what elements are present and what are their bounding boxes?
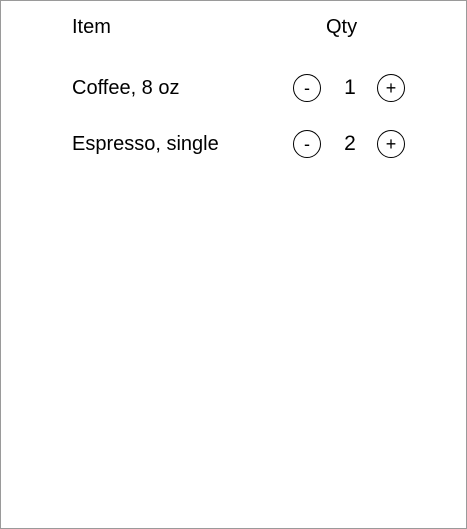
item-name: Coffee, 8 oz — [72, 77, 180, 99]
increment-button[interactable]: + — [377, 130, 405, 158]
order-panel: Item Qty Coffee, 8 oz - 1 + Espresso, si… — [0, 0, 467, 529]
quantity-stepper: - 2 + — [293, 129, 409, 159]
decrement-button[interactable]: - — [293, 130, 321, 158]
order-row: Coffee, 8 oz - 1 + — [1, 73, 466, 103]
item-name: Espresso, single — [72, 133, 219, 155]
column-header-item: Item — [72, 16, 111, 38]
column-header-qty: Qty — [326, 16, 358, 38]
quantity-stepper: - 1 + — [293, 73, 409, 103]
quantity-value: 1 — [344, 76, 356, 99]
order-row: Espresso, single - 2 + — [1, 129, 466, 159]
increment-button[interactable]: + — [377, 74, 405, 102]
decrement-button[interactable]: - — [293, 74, 321, 102]
quantity-value: 2 — [344, 132, 356, 155]
